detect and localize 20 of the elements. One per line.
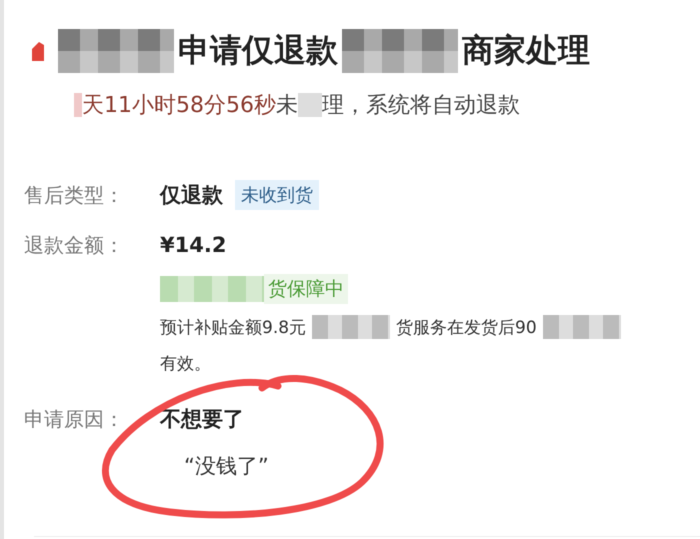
pixelated-patch: [74, 93, 82, 117]
guarantee-badge: 货保障中: [264, 274, 348, 304]
status-text: 理，系统将自动退款: [322, 92, 520, 120]
page-title: 商家处理: [462, 30, 590, 71]
field-label: 售后类型：: [24, 182, 125, 208]
status-icon: [30, 41, 46, 61]
page-title: 申请仅退款: [178, 30, 338, 71]
note-text: 货服务在发货后90: [396, 316, 537, 338]
note-text: 预计补贴金额9.8元: [160, 316, 306, 338]
field-value: ¥14.2: [160, 233, 226, 257]
field-value: 仅退款: [160, 182, 223, 209]
field-label: 退款金额：: [24, 232, 125, 258]
pixelated-patch: [298, 93, 322, 117]
note-text: 有效。: [160, 352, 211, 374]
countdown-text: 天11小时58分56秒: [82, 92, 276, 120]
field-value: 不想要了: [160, 406, 244, 433]
reason-comment: “没钱了”: [184, 454, 269, 478]
type-tag: 未收到货: [235, 180, 319, 210]
status-text: 未: [276, 92, 298, 120]
field-label: 申请原因：: [24, 406, 125, 432]
